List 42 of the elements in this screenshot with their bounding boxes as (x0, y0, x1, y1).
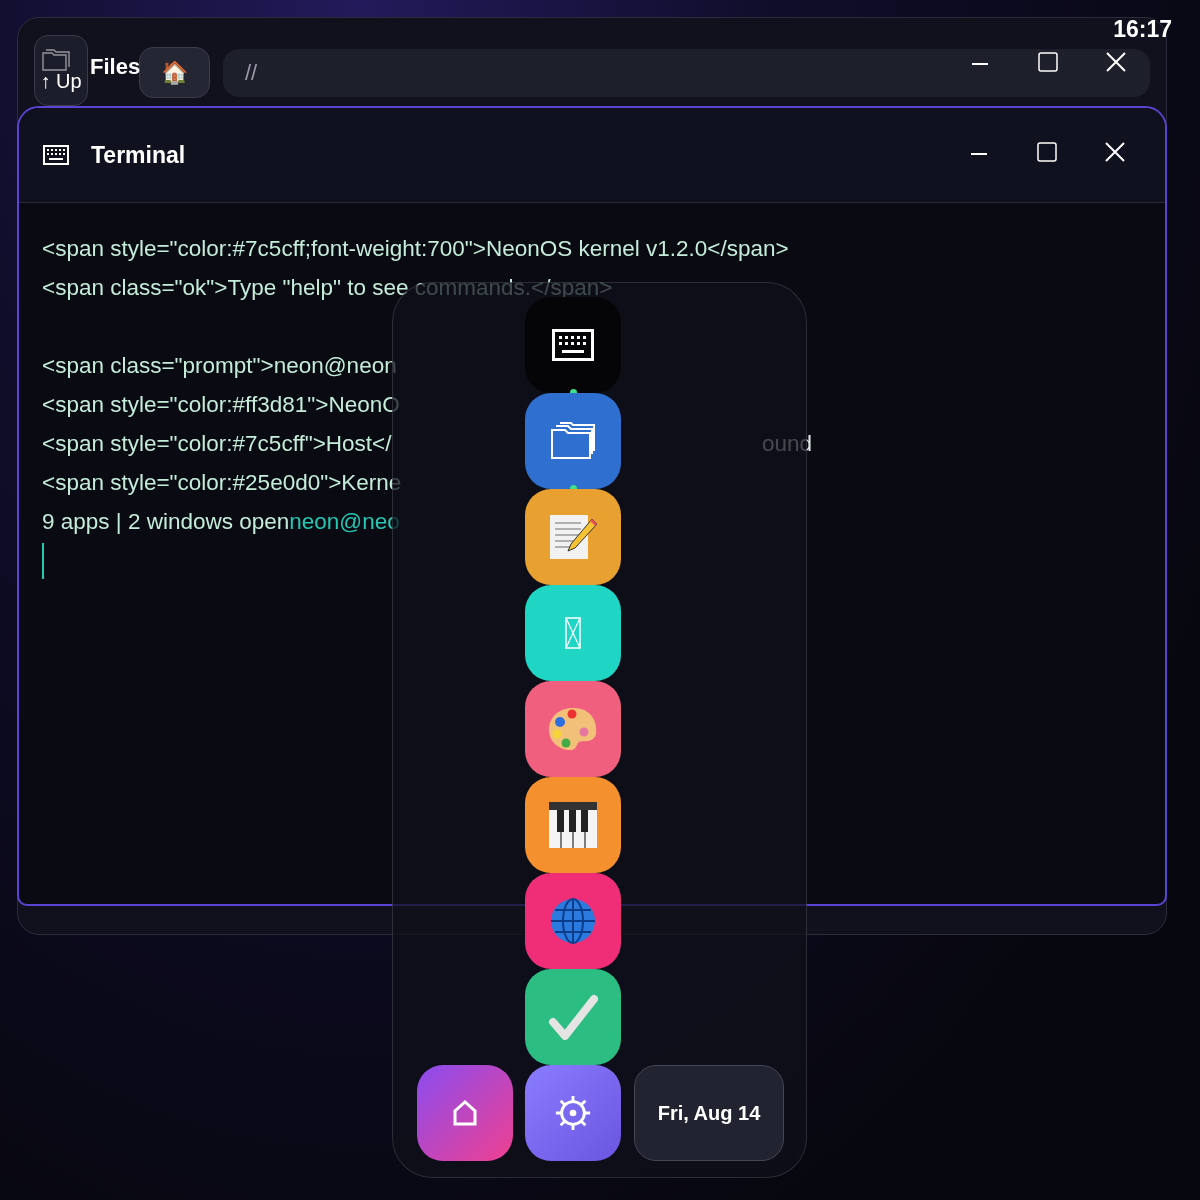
app-icon-button[interactable] (525, 585, 621, 681)
home-button[interactable]: 🏠 (139, 47, 210, 98)
app-icon-button[interactable] (525, 297, 621, 393)
terminal-text: ound (761, 430, 812, 457)
checkmark-icon (548, 994, 598, 1040)
up-button[interactable]: ↑ Up (34, 35, 88, 106)
home-button[interactable] (417, 1065, 513, 1161)
terminal-text: <span class="prompt">neon@neon (42, 352, 397, 379)
keyboard-icon (552, 329, 594, 361)
notepad-pencil-icon (548, 513, 598, 561)
maximize-icon[interactable] (1038, 52, 1058, 72)
close-icon[interactable] (1106, 52, 1126, 72)
paint-palette-icon (548, 706, 598, 752)
close-icon[interactable] (1105, 142, 1125, 162)
app-icon-button[interactable] (525, 969, 621, 1065)
folders-icon (550, 422, 596, 460)
terminal-text: <span style="color:#7c5cff">Host</ (42, 430, 392, 457)
window-title: Files (90, 54, 141, 80)
settings-icon (554, 1094, 592, 1132)
text-cursor (42, 542, 44, 579)
folders-icon (42, 48, 72, 72)
house-icon (452, 1100, 478, 1126)
terminal-text: <span class="ok">Type "help" to see commands.</span> (42, 274, 613, 301)
globe-icon (549, 897, 597, 945)
settings-button[interactable] (525, 1065, 621, 1161)
app-icon-button[interactable] (525, 777, 621, 873)
app-icon-button[interactable] (525, 681, 621, 777)
terminal-text: 9 apps | 2 windows open (42, 508, 290, 535)
date-display: Fri, Aug 14 (634, 1065, 784, 1161)
window-title: Terminal (91, 141, 186, 169)
app-icon-button[interactable] (525, 393, 621, 489)
clock-time: 16:17 (1113, 16, 1172, 43)
piano-keys-icon (548, 801, 598, 849)
path-field[interactable]: // (223, 49, 1150, 97)
terminal-text: <span style="color:#25e0d0">Kerne (42, 469, 402, 496)
maximize-icon[interactable] (1037, 142, 1057, 162)
terminal-text: <span style="color:#ff3d81">NeonO (42, 391, 400, 418)
terminal-text: <span style="color:#7c5cff;font-weight:700">NeonOS kernel v1.2.0</span> (42, 235, 789, 262)
missing-glyph-icon (565, 617, 581, 649)
terminal-text: neon@neo (289, 508, 400, 535)
app-icon-button[interactable] (525, 489, 621, 585)
keyboard-icon (43, 145, 69, 165)
